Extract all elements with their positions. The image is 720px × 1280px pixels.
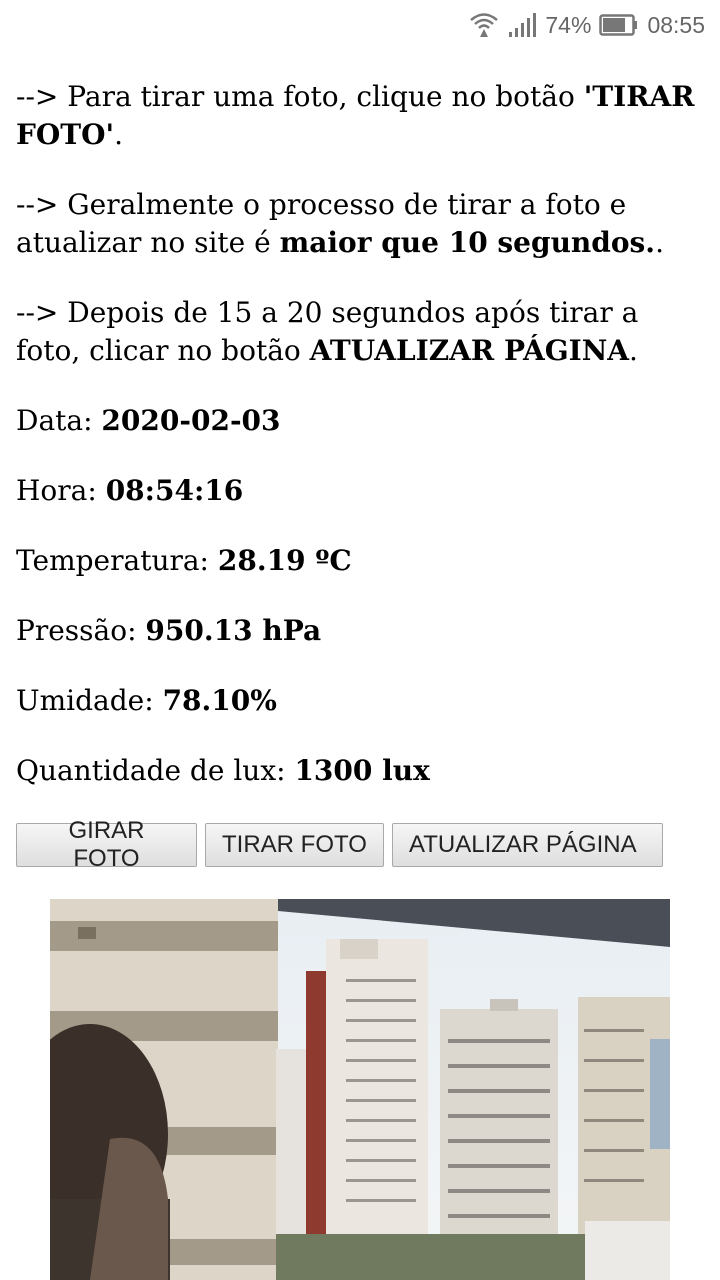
action-buttons: GIRAR FOTO TIRAR FOTO ATUALIZAR PÁGINA — [16, 817, 663, 872]
instruction-refresh-page: --> Depois de 15 a 20 segundos após tira… — [16, 296, 639, 367]
battery-icon — [599, 13, 639, 37]
instruction-process-time: --> Geralmente o processo de tirar a fot… — [16, 188, 664, 259]
status-icons: 74% 08:55 — [469, 10, 705, 40]
time-reading: Hora: 08:54:16 — [16, 474, 244, 507]
signal-icon — [507, 12, 537, 38]
instruction-take-photo: --> Para tirar uma foto, clique no botão… — [16, 80, 695, 151]
refresh-page-button[interactable]: ATUALIZAR PÁGINA — [392, 823, 663, 867]
humidity-reading: Umidade: 78.10% — [16, 684, 277, 717]
page-content: --> Para tirar uma foto, clique no botão… — [16, 78, 706, 790]
status-time: 08:55 — [647, 11, 705, 38]
temperature-reading: Temperatura: 28.19 ºC — [16, 544, 352, 577]
rotate-photo-button[interactable]: GIRAR FOTO — [16, 817, 197, 872]
camera-photo — [50, 899, 670, 1280]
date-reading: Data: 2020-02-03 — [16, 404, 281, 437]
pressure-reading: Pressão: 950.13 hPa — [16, 614, 322, 647]
wifi-icon — [469, 11, 499, 39]
status-bar: 74% 08:55 — [0, 0, 720, 50]
lux-reading: Quantidade de lux: 1300 lux — [16, 754, 430, 787]
take-photo-button[interactable]: TIRAR FOTO — [205, 823, 384, 867]
battery-percent: 74% — [545, 11, 592, 38]
city-photo-image — [50, 899, 670, 1280]
